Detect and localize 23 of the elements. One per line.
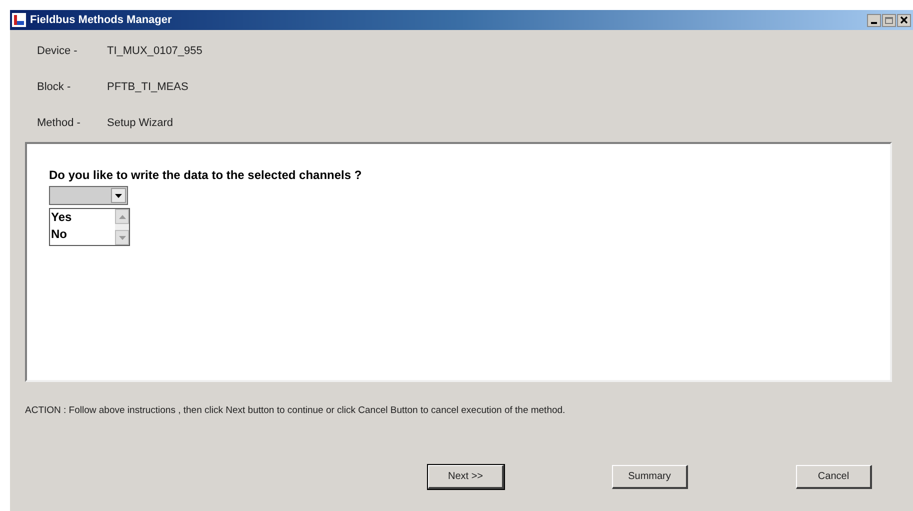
window-title: Fieldbus Methods Manager bbox=[30, 12, 172, 28]
field-label: Method - bbox=[37, 116, 82, 131]
dialog-button[interactable]: Cancel bbox=[796, 465, 872, 490]
dropdown[interactable] bbox=[49, 186, 128, 205]
minimize-button[interactable] bbox=[867, 14, 881, 26]
field-label: Block - bbox=[37, 80, 72, 95]
dialog-button[interactable]: Summary bbox=[612, 465, 688, 490]
close-icon bbox=[900, 16, 908, 24]
up-arrow-icon bbox=[118, 214, 126, 218]
list-option[interactable]: Yes bbox=[50, 209, 115, 226]
question-text: Do you like to write the data to the selected channels ? bbox=[49, 167, 363, 184]
field-label: Device - bbox=[37, 44, 78, 59]
close-button[interactable] bbox=[897, 14, 911, 26]
caret-icon bbox=[115, 194, 122, 198]
field-value: PFTB_TI_MEAS bbox=[107, 80, 188, 95]
dialog-button[interactable]: Next >> bbox=[428, 465, 504, 490]
app-icon bbox=[12, 13, 26, 27]
field-value: TI_MUX_0107_955 bbox=[107, 44, 202, 59]
list-option[interactable]: No bbox=[50, 226, 115, 243]
field-value: Setup Wizard bbox=[107, 116, 174, 131]
action-text: ACTION : Follow above instructions , then click Next button to continue or click Cancel Button to cancel execution of the method. bbox=[25, 404, 566, 418]
down-arrow-icon bbox=[118, 236, 126, 240]
scrollbar[interactable] bbox=[115, 209, 129, 245]
